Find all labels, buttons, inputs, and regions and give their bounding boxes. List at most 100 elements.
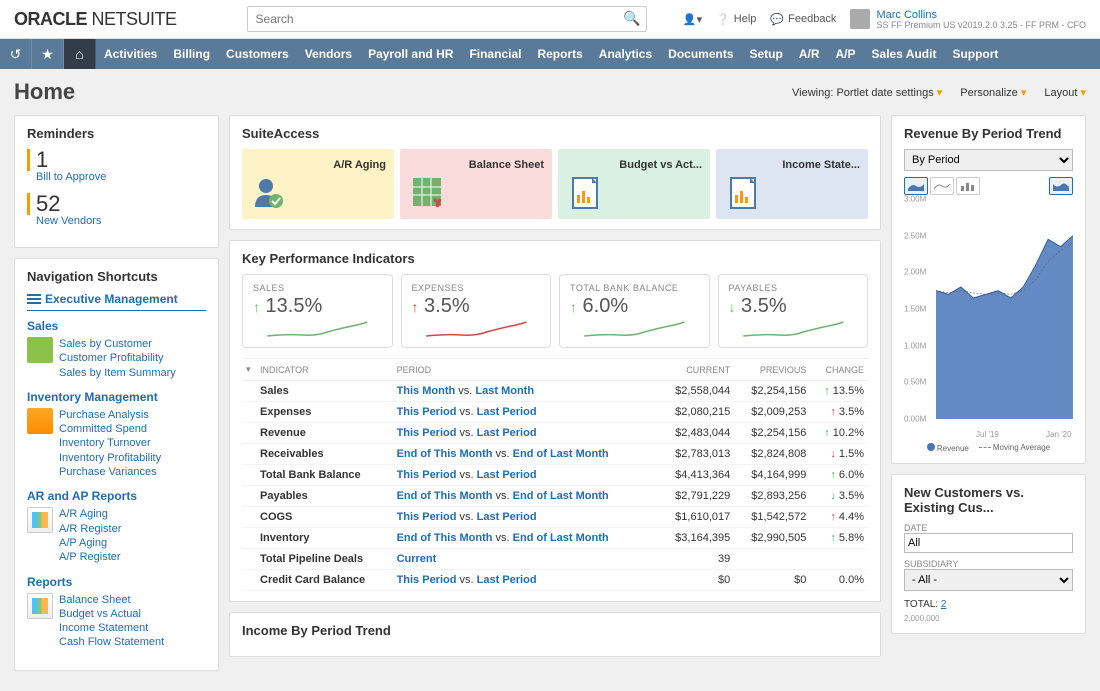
logo: ORACLE NETSUITE xyxy=(14,9,177,30)
personalize-link[interactable]: Personalize ▾ xyxy=(960,86,1026,99)
shortcut-link[interactable]: Budget vs Actual xyxy=(59,607,164,621)
shortcut-link[interactable]: Inventory Profitability xyxy=(59,451,161,465)
nav-ar[interactable]: A/R xyxy=(791,39,828,69)
nav-activities[interactable]: Activities xyxy=(96,39,165,69)
shortcut-heading[interactable]: Reports xyxy=(27,575,206,589)
home-icon[interactable]: ⌂ xyxy=(64,39,96,69)
table-row: Total Bank BalanceThis Period vs. Last P… xyxy=(242,465,868,486)
shortcut-link[interactable]: Inventory Turnover xyxy=(59,436,161,450)
shortcut-group-icon xyxy=(27,593,53,619)
person-check-icon xyxy=(252,175,286,209)
sparkline-icon xyxy=(253,318,382,340)
revenue-trend-portlet: Revenue By Period Trend By Period 3.00M2… xyxy=(891,115,1086,464)
avatar-icon xyxy=(850,9,870,29)
kpi-card[interactable]: EXPENSES↑ 3.5% xyxy=(401,274,552,348)
chart-line-icon[interactable] xyxy=(930,177,954,195)
table-row: SalesThis Month vs. Last Month$2,558,044… xyxy=(242,381,868,402)
reminders-portlet: Reminders 1 Bill to Approve 52 New Vendo… xyxy=(14,115,219,248)
shortcut-heading[interactable]: AR and AP Reports xyxy=(27,489,206,503)
kpi-card[interactable]: PAYABLES↓ 3.5% xyxy=(718,274,869,348)
nav-vendors[interactable]: Vendors xyxy=(297,39,360,69)
table-row: ReceivablesEnd of This Month vs. End of … xyxy=(242,444,868,465)
kpi-col-header[interactable]: CURRENT xyxy=(658,359,734,381)
shortcut-link[interactable]: Cash Flow Statement xyxy=(59,635,164,649)
shortcut-link[interactable]: Customer Profitability xyxy=(59,351,176,365)
suiteaccess-portlet: SuiteAccess A/R Aging Balance Sheet Budg… xyxy=(229,115,881,230)
sparkline-icon xyxy=(570,318,699,340)
kpi-table: ▾INDICATORPERIODCURRENTPREVIOUSCHANGE Sa… xyxy=(242,358,868,591)
kpi-portlet: Key Performance Indicators SALES↑ 13.5%E… xyxy=(229,240,881,602)
shortcut-group-icon xyxy=(27,337,53,363)
table-row: Total Pipeline DealsCurrent39 xyxy=(242,549,868,570)
shortcut-link[interactable]: A/R Aging xyxy=(59,507,121,521)
nav-reports[interactable]: Reports xyxy=(529,39,590,69)
suiteaccess-budget[interactable]: Budget vs Act... xyxy=(558,149,710,219)
menu-icon xyxy=(27,294,41,304)
main-nav: ↺ ★ ⌂ ActivitiesBillingCustomersVendorsP… xyxy=(0,39,1100,69)
search-icon[interactable]: 🔍 xyxy=(623,10,640,27)
kpi-col-header[interactable]: CHANGE xyxy=(810,359,868,381)
total-link[interactable]: 2 xyxy=(941,599,947,610)
shortcut-heading[interactable]: Inventory Management xyxy=(27,390,206,404)
income-trend-portlet: Income By Period Trend xyxy=(229,612,881,657)
table-row: ExpensesThis Period vs. Last Period$2,08… xyxy=(242,402,868,423)
search-input[interactable] xyxy=(247,6,647,32)
shortcut-link[interactable]: A/P Register xyxy=(59,550,121,564)
shortcut-link[interactable]: A/P Aging xyxy=(59,536,121,550)
nav-salesaudit[interactable]: Sales Audit xyxy=(864,39,945,69)
exec-management-link[interactable]: Executive Management xyxy=(27,292,206,311)
date-filter-input[interactable] xyxy=(904,533,1073,553)
nav-documents[interactable]: Documents xyxy=(660,39,741,69)
reminder-link[interactable]: Bill to Approve xyxy=(27,171,206,183)
feedback-link[interactable]: 💬 Feedback xyxy=(770,13,836,26)
chart-bar-icon[interactable] xyxy=(956,177,980,195)
shortcut-link[interactable]: Purchase Variances xyxy=(59,465,161,479)
shortcut-group-icon xyxy=(27,507,53,533)
table-row: InventoryEnd of This Month vs. End of La… xyxy=(242,528,868,549)
history-icon[interactable]: ↺ xyxy=(0,39,32,69)
layout-link[interactable]: Layout ▾ xyxy=(1044,86,1086,99)
nav-financial[interactable]: Financial xyxy=(461,39,529,69)
viewing-selector[interactable]: Viewing: Portlet date settings ▾ xyxy=(792,86,942,99)
shortcut-heading[interactable]: Sales xyxy=(27,319,206,333)
shortcut-link[interactable]: Sales by Customer xyxy=(59,337,176,351)
shortcut-link[interactable]: Purchase Analysis xyxy=(59,408,161,422)
shortcut-link[interactable]: Balance Sheet xyxy=(59,593,164,607)
table-row: RevenueThis Period vs. Last Period$2,483… xyxy=(242,423,868,444)
shortcut-link[interactable]: Sales by Item Summary xyxy=(59,366,176,380)
revenue-chart xyxy=(936,199,1073,419)
kpi-col-header[interactable]: INDICATOR xyxy=(256,359,393,381)
star-icon[interactable]: ★ xyxy=(32,39,64,69)
table-row: Credit Card BalanceThis Period vs. Last … xyxy=(242,570,868,591)
report-chart-icon xyxy=(726,175,760,209)
kpi-col-header[interactable]: PERIOD xyxy=(393,359,659,381)
kpi-col-header[interactable]: PREVIOUS xyxy=(734,359,810,381)
shortcut-link[interactable]: Income Statement xyxy=(59,621,164,635)
role-switcher[interactable]: 👤▾ xyxy=(683,13,702,26)
nav-billing[interactable]: Billing xyxy=(165,39,218,69)
suiteaccess-balance-sheet[interactable]: Balance Sheet xyxy=(400,149,552,219)
kpi-card[interactable]: TOTAL BANK BALANCE↑ 6.0% xyxy=(559,274,710,348)
subsidiary-select[interactable]: - All - xyxy=(904,569,1073,591)
nav-setup[interactable]: Setup xyxy=(742,39,791,69)
suiteaccess-ar-aging[interactable]: A/R Aging xyxy=(242,149,394,219)
nav-analytics[interactable]: Analytics xyxy=(591,39,660,69)
shortcut-group-icon xyxy=(27,408,53,434)
nav-support[interactable]: Support xyxy=(944,39,1006,69)
kpi-col-header[interactable]: ▾ xyxy=(242,359,256,381)
report-chart-icon xyxy=(568,175,602,209)
shortcut-link[interactable]: Committed Spend xyxy=(59,422,161,436)
nav-ap[interactable]: A/P xyxy=(828,39,864,69)
user-menu[interactable]: Marc Collins SS FF Premium US v2019.2.0 … xyxy=(850,9,1086,30)
reminder-link[interactable]: New Vendors xyxy=(27,215,206,227)
kpi-card[interactable]: SALES↑ 13.5% xyxy=(242,274,393,348)
chart-compare-icon[interactable] xyxy=(1049,177,1073,195)
chart-area-icon[interactable] xyxy=(904,177,928,195)
nav-payrollandhr[interactable]: Payroll and HR xyxy=(360,39,461,69)
nav-customers[interactable]: Customers xyxy=(218,39,297,69)
revenue-period-select[interactable]: By Period xyxy=(904,149,1073,171)
suiteaccess-income[interactable]: Income State... xyxy=(716,149,868,219)
shortcut-link[interactable]: A/R Register xyxy=(59,522,121,536)
spreadsheet-icon xyxy=(410,175,444,209)
help-link[interactable]: ❔ Help xyxy=(716,13,756,26)
